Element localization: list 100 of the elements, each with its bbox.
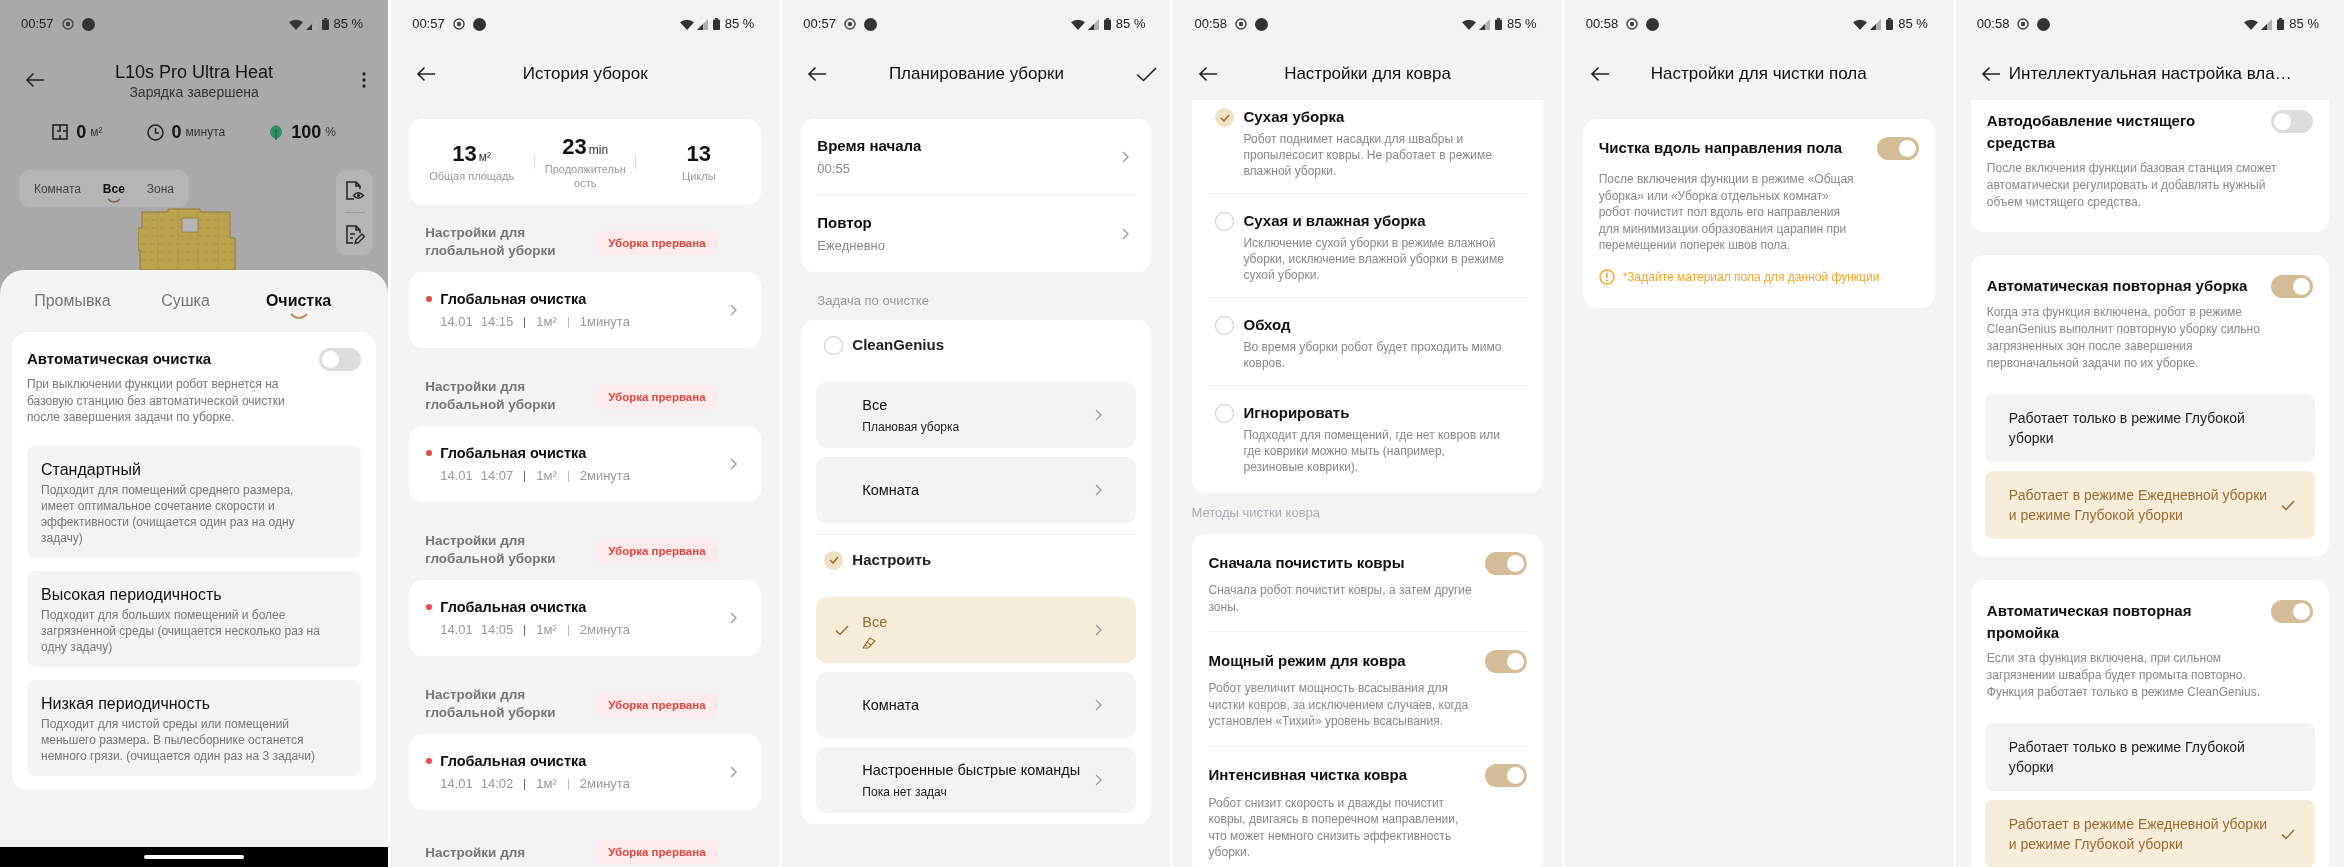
setting-description: Сначала робот почистит ковры, а затем другие зоны. <box>1208 582 1473 615</box>
record-icon <box>1626 18 1639 30</box>
option-card[interactable]: Стандартный Подходит для помещений среднего размера, имеет оптимальное сочетание скорости и эффективности (очищается один раз на одну задачу) <box>27 445 362 558</box>
setting-description: Робот снизит скорость и дважды почистит ковры, двигаясь в поперечном направлении, что может немного снизить эффективность уборки. <box>1208 794 1460 861</box>
toggle-switch[interactable] <box>2271 275 2313 298</box>
task-option[interactable]: Настроенные быстрые команды Пока нет задач <box>816 747 1137 813</box>
dot-icon <box>2037 17 2051 31</box>
schedule-row[interactable]: Повтор Ежедневно <box>801 196 1152 272</box>
sheet-tab[interactable]: Промывка <box>34 291 111 311</box>
check-icon[interactable] <box>1136 66 1158 82</box>
task-option[interactable]: Комната <box>816 457 1137 523</box>
mode-option[interactable]: Обход Во время уборки робот будет проходить мимо ковров. <box>1208 297 1527 385</box>
summary-value: 23 <box>562 134 587 160</box>
summary-unit: min <box>588 142 609 159</box>
history-card[interactable]: Глобальная очистка 14.01 14:07 1м² 2минута <box>409 426 762 502</box>
mode-option[interactable]: Работает в режиме Ежедневной уборки и режиме Глубокой уборки <box>1984 800 2315 867</box>
group-heading: Настройки для глобальной уборки <box>425 224 557 260</box>
radio-button[interactable] <box>1215 108 1235 127</box>
battery-icon <box>321 18 329 30</box>
sheet-tab[interactable]: Очистка <box>265 283 332 319</box>
option-label: Работает в режиме Ежедневной уборки и режиме Глубокой уборки <box>2008 486 2269 525</box>
history-card[interactable]: Глобальная очистка 14.01 14:05 1м² 2минута <box>409 580 762 656</box>
history-card[interactable]: Глобальная очистка 14.01 14:02 1м² 2минута <box>409 734 762 810</box>
mode-option[interactable]: Работает в режиме Ежедневной уборки и режиме Глубокой уборки <box>1984 471 2315 539</box>
toggle-switch[interactable] <box>1484 764 1527 787</box>
task-option[interactable]: Все <box>816 597 1137 663</box>
map-mode-tab[interactable]: Комната <box>33 180 81 197</box>
option-subtitle: Пока нет задач <box>862 784 947 800</box>
record-duration: 2минута <box>579 776 630 792</box>
more-icon[interactable] <box>362 72 367 88</box>
warning-text: *Задайте материал пола для данной функции <box>1622 268 1880 286</box>
task-group-label: CleanGenius <box>852 334 945 355</box>
option-title: Обход <box>1243 315 1291 335</box>
check-icon <box>828 556 839 564</box>
toggle-switch[interactable] <box>319 347 362 371</box>
record-duration: 1минута <box>579 314 630 330</box>
setting-description: После включения функции базовая станция сможет автоматически регулировать и добавлять нужный объем чистящего средства. <box>1986 160 2277 211</box>
status-badge: Уборка прервана <box>596 231 718 255</box>
history-card[interactable]: Глобальная очистка 14.01 14:15 1м² 1минута <box>409 272 762 348</box>
chevron-right-icon <box>1095 484 1103 496</box>
mode-option[interactable]: Работает только в режиме Глубокой уборки <box>1984 723 2315 791</box>
document-pencil-icon[interactable] <box>344 224 365 245</box>
mode-option[interactable]: Сухая уборка Робот поднимет насадки для швабры и пропылесосит ковры. Не работает в режиме влажной уборки. <box>1208 100 1527 193</box>
radio-button[interactable] <box>1215 212 1235 231</box>
record-title: Глобальная очистка <box>440 598 587 616</box>
option-title: Все <box>862 396 888 415</box>
setting-title: Автоматическая повторная уборка <box>1986 276 2248 296</box>
toggle-switch[interactable] <box>1876 136 1919 160</box>
option-card[interactable]: Низкая периодичность Подходит для чистой среды или помещений меньшего размера. В пылесборнике останется немного грязи. (очищается один раз на 3 задачи) <box>27 679 362 776</box>
group-heading: Настройки для глобальной уборки <box>425 686 557 722</box>
signal-icon <box>2261 18 2273 30</box>
option-title: Настроенные быстрые команды <box>862 761 1081 780</box>
group-heading: Настройки для <box>425 844 526 862</box>
wifi-icon <box>1462 18 1476 30</box>
toggle-switch[interactable] <box>1484 649 1527 673</box>
status-time: 00:57 <box>412 15 445 34</box>
radio-button[interactable] <box>824 335 844 355</box>
back-icon[interactable] <box>807 66 828 82</box>
toggle-switch[interactable] <box>1484 551 1527 575</box>
map-mode-tab[interactable]: Все <box>102 174 125 203</box>
document-eye-icon[interactable] <box>344 180 365 201</box>
sheet-tab[interactable]: Сушка <box>161 291 210 311</box>
status-badge: Уборка прервана <box>596 840 718 864</box>
option-title: Все <box>862 612 888 632</box>
status-time: 00:58 <box>1585 15 1619 34</box>
mode-option[interactable]: Сухая и влажная уборка Исключение сухой уборки в режиме влажной уборки, исключение влажной уборки в режиме сухой уборки. <box>1208 193 1527 297</box>
status-dot-icon <box>426 604 433 610</box>
schedule-row[interactable]: Время начала 00:55 <box>801 119 1152 195</box>
back-icon[interactable] <box>25 72 45 88</box>
warning-icon <box>1598 268 1615 285</box>
battery-level: 85 % <box>1115 15 1146 34</box>
mode-option[interactable]: Работает только в режиме Глубокой уборки <box>1984 394 2315 462</box>
back-icon[interactable] <box>416 66 437 82</box>
option-description: Подходит для чистой среды или помещений меньшего размера. В пылесборнике останется немного грязи. (очищается один раз на 3 задачи) <box>41 715 316 764</box>
option-label: Работает в режиме Ежедневной уборки и режиме Глубокой уборки <box>2008 815 2269 854</box>
option-description: Во время уборки робот будет проходить мимо ковров. <box>1243 339 1503 371</box>
radio-button[interactable] <box>824 550 844 570</box>
task-option[interactable]: Все Плановая уборка <box>816 382 1137 448</box>
option-description: Робот поднимет насадки для швабры и пропылесосит ковры. Не работает в режиме влажной уборки. <box>1243 131 1493 179</box>
option-label: Работает только в режиме Глубокой уборки <box>2008 738 2246 777</box>
status-badge: Уборка прервана <box>596 693 718 717</box>
toggle-switch[interactable] <box>2271 600 2313 623</box>
option-card[interactable]: Высокая периодичность Подходит для больших помещений и более загрязненной среды (очищается несколько раз на одну задачу) <box>27 570 362 667</box>
radio-button[interactable] <box>1215 404 1235 423</box>
back-icon[interactable] <box>1589 66 1610 82</box>
wifi-icon <box>2244 18 2259 30</box>
record-area: 1м² <box>536 468 557 484</box>
status-dot-icon <box>426 296 433 302</box>
toggle-switch[interactable] <box>2271 110 2313 133</box>
mode-option[interactable]: Игнорировать Подходит для помещений, где нет ковров или где коврики можно мыть (например, резиновые коврики). <box>1208 385 1527 489</box>
back-icon[interactable] <box>1198 66 1219 82</box>
home-indicator[interactable] <box>144 855 245 859</box>
map-mode-tab[interactable]: Зона <box>146 180 174 197</box>
back-icon[interactable] <box>1980 66 2001 82</box>
record-date: 14.01 <box>440 622 473 638</box>
task-option[interactable]: Комната <box>816 672 1137 738</box>
setting-title: Автодобавление чистящего средства <box>1986 111 2197 153</box>
radio-button[interactable] <box>1215 316 1235 335</box>
stat-value: 0 <box>171 120 182 144</box>
summary-value: 13 <box>452 141 477 167</box>
